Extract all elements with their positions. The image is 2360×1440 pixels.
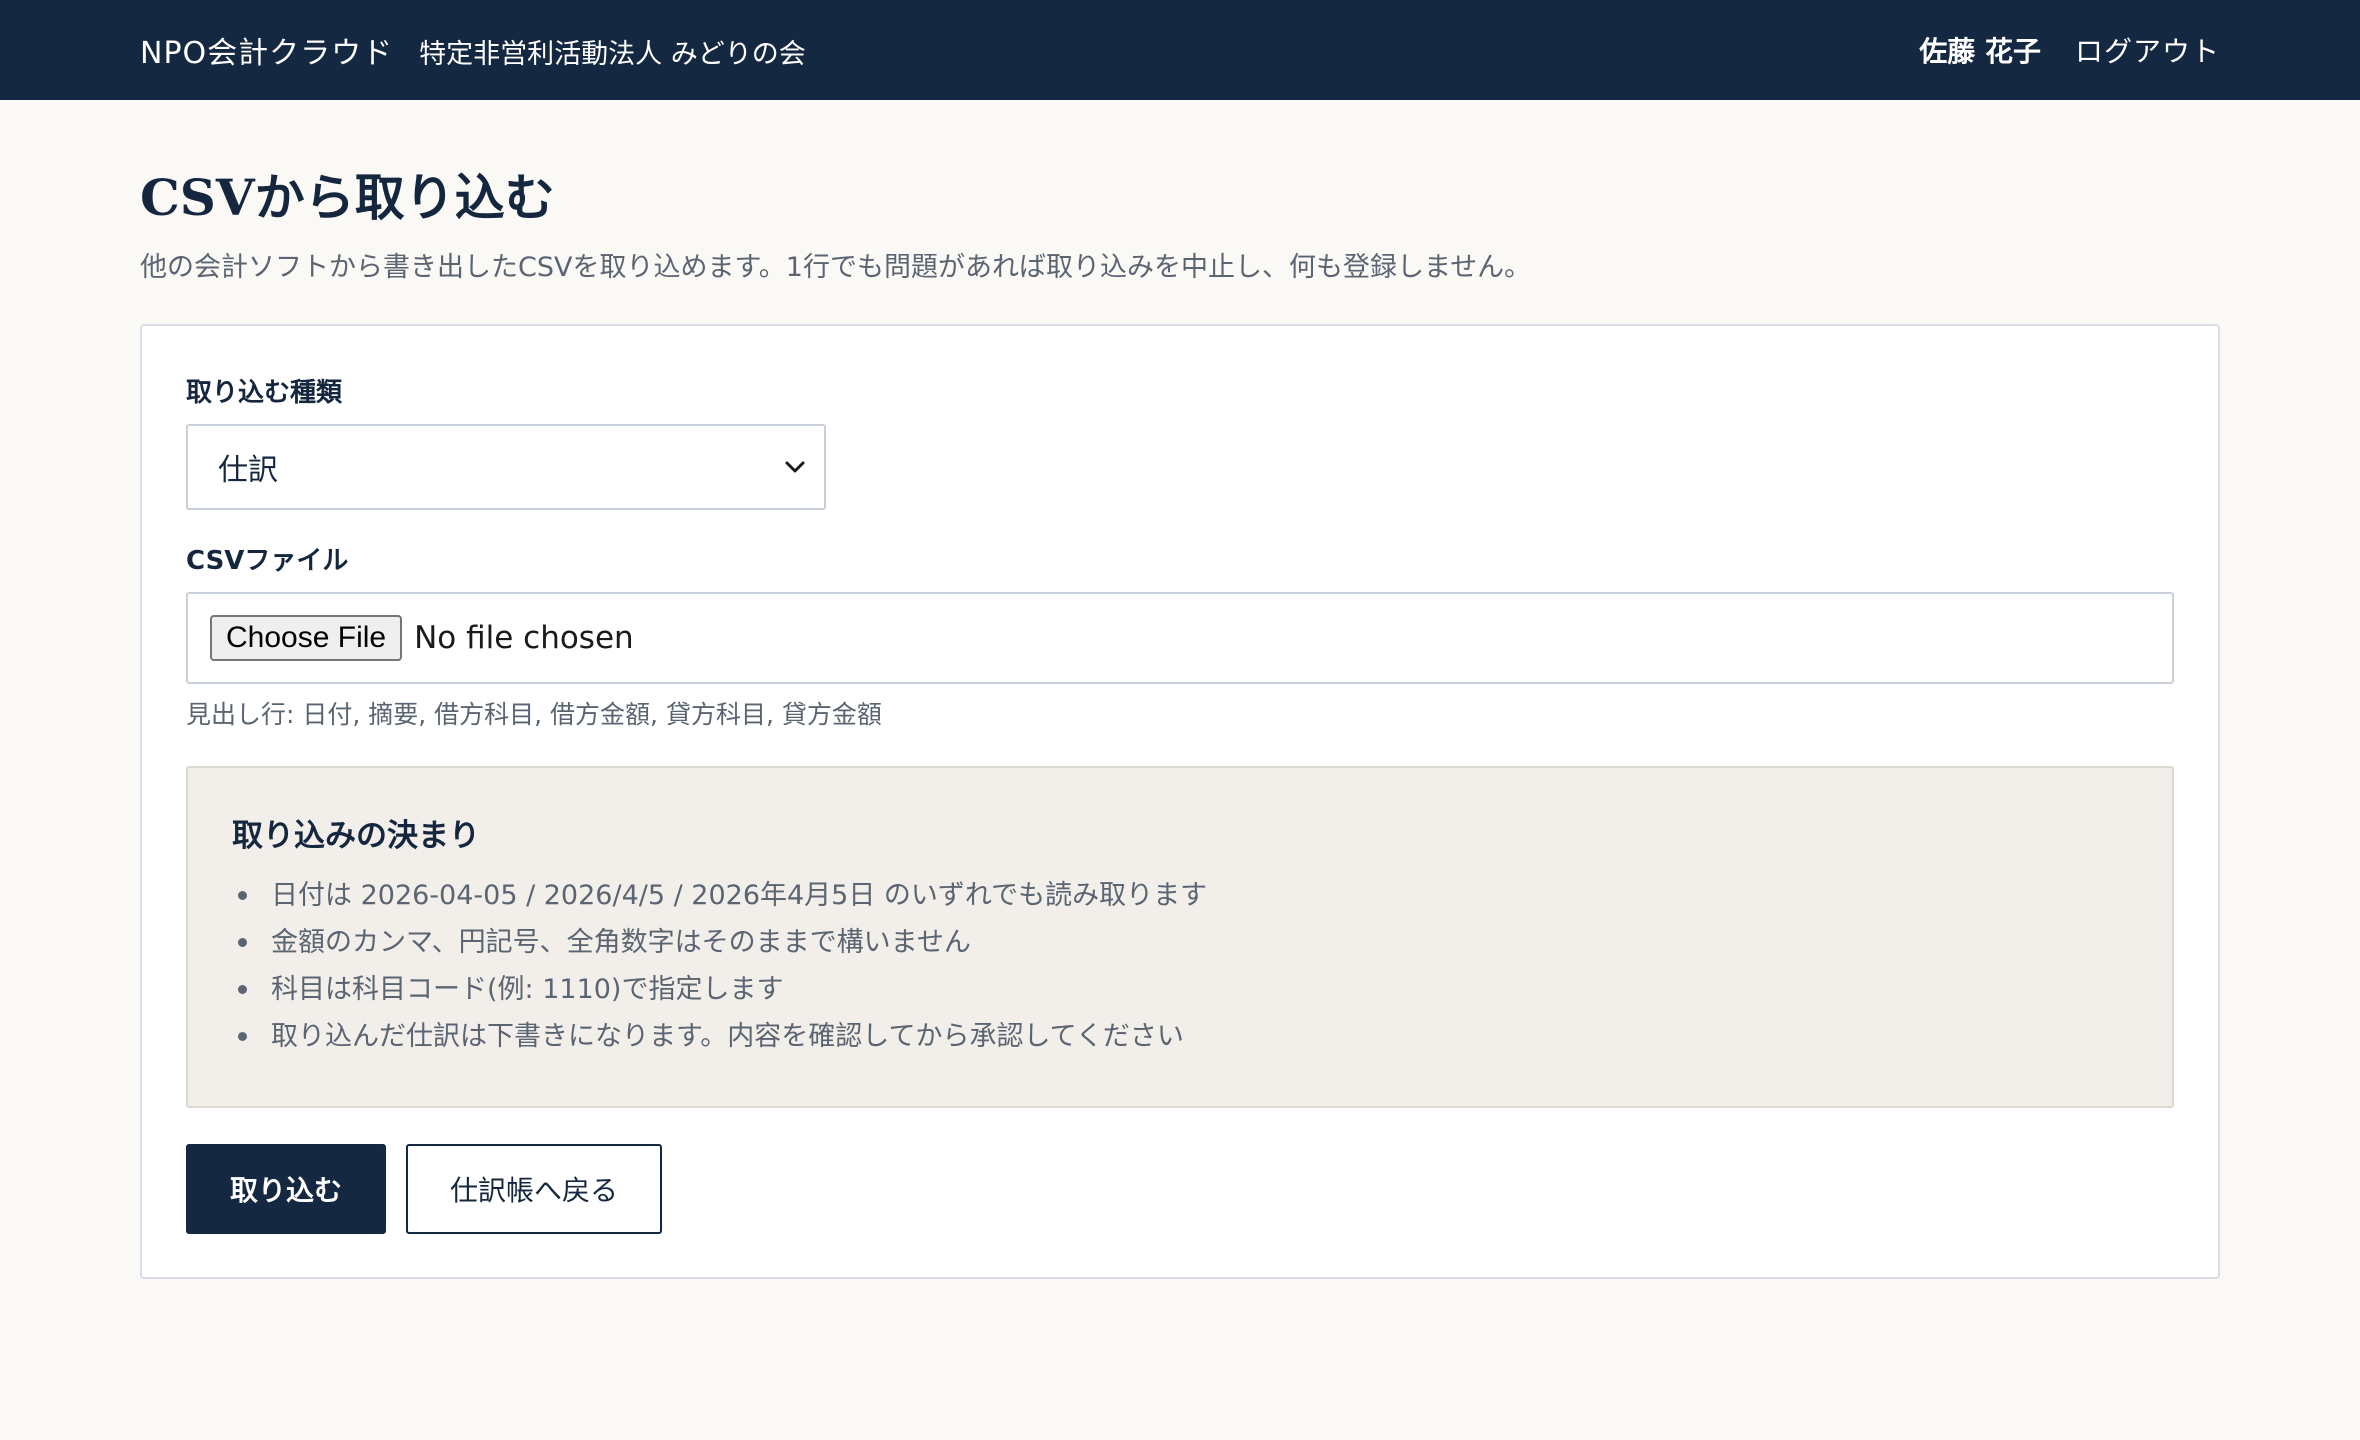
rule-text: 日付は 2026-04-05 / 2026/4/5 / 2026年4月5日 のい…	[271, 880, 1208, 911]
page-title: CSVから取り込む	[140, 168, 555, 227]
page-description: 他の会計ソフトから書き出したCSVを取り込めます。1行でも問題があれば取り込みを…	[140, 252, 1532, 283]
bullet-icon	[238, 938, 247, 947]
form-actions: 取り込む 仕訳帳へ戻る	[186, 1144, 2174, 1234]
import-type-field: 取り込む種類 仕訳	[186, 376, 2174, 510]
chevron-down-icon	[778, 450, 812, 484]
header-right: 佐藤 花子 ログアウト	[1919, 30, 2220, 70]
header-left: NPO会計クラウド 特定非営利活動法人 みどりの会	[140, 28, 806, 72]
import-submit-button[interactable]: 取り込む	[186, 1144, 386, 1234]
import-rules-title: 取り込みの決まり	[232, 818, 480, 854]
list-item: 金額のカンマ、円記号、全角数字はそのままで構いません	[232, 919, 2128, 966]
top-navigation-bar: NPO会計クラウド 特定非営利活動法人 みどりの会 佐藤 花子 ログアウト	[0, 0, 2360, 100]
list-item: 科目は科目コード(例: 1110)で指定します	[232, 966, 2128, 1013]
import-type-selected-value: 仕訳	[218, 453, 278, 488]
file-status-text: No file chosen	[414, 620, 634, 656]
csv-header-hint: 見出し行: 日付, 摘要, 借方科目, 借方金額, 貸方科目, 貸方金額	[186, 700, 882, 729]
rule-text: 科目は科目コード(例: 1110)で指定します	[271, 974, 784, 1005]
bullet-icon	[238, 985, 247, 994]
csv-file-input[interactable]: Choose File No file chosen	[186, 592, 2174, 684]
csv-file-label: CSVファイル	[186, 546, 349, 576]
list-item: 取り込んだ仕訳は下書きになります。内容を確認してから承認してください	[232, 1013, 2128, 1060]
import-type-label: 取り込む種類	[186, 378, 343, 408]
csv-file-field: CSVファイル Choose File No file chosen 見出し行:…	[186, 544, 2174, 732]
rule-text: 金額のカンマ、円記号、全角数字はそのままで構いません	[271, 927, 971, 958]
import-rules-list: 日付は 2026-04-05 / 2026/4/5 / 2026年4月5日 のい…	[232, 872, 2128, 1060]
choose-file-button[interactable]: Choose File	[210, 615, 403, 661]
back-to-journal-button[interactable]: 仕訳帳へ戻る	[406, 1144, 662, 1234]
import-type-select[interactable]: 仕訳	[186, 424, 826, 510]
logout-link[interactable]: ログアウト	[2075, 30, 2220, 70]
import-rules-panel: 取り込みの決まり 日付は 2026-04-05 / 2026/4/5 / 202…	[186, 766, 2174, 1108]
app-brand[interactable]: NPO会計クラウド	[140, 28, 393, 72]
rule-text: 取り込んだ仕訳は下書きになります。内容を確認してから承認してください	[271, 1021, 1184, 1052]
bullet-icon	[238, 891, 247, 900]
import-form-card: 取り込む種類 仕訳 CSVファイル Choose File No file ch…	[140, 324, 2220, 1279]
list-item: 日付は 2026-04-05 / 2026/4/5 / 2026年4月5日 のい…	[232, 872, 2128, 919]
organization-name: 特定非営利活動法人 みどりの会	[419, 39, 806, 70]
bullet-icon	[238, 1032, 247, 1041]
main-content: CSVから取り込む 他の会計ソフトから書き出したCSVを取り込めます。1行でも問…	[0, 166, 2360, 1279]
user-name: 佐藤 花子	[1919, 35, 2041, 68]
